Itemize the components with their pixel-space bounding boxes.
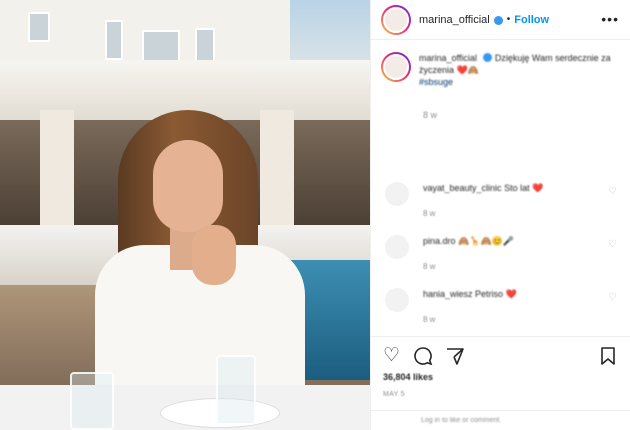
comment-username[interactable]: hania_wiesz — [423, 289, 473, 299]
comment-text: pina.dro 🙈🦒🙈😊🎤 — [423, 236, 514, 247]
caption-text: marina_official Dziękuję Wam serdecznie … — [419, 52, 621, 88]
separator-dot: • — [506, 14, 511, 25]
avatar[interactable] — [381, 4, 411, 35]
pillar — [40, 110, 74, 230]
avatar[interactable] — [385, 182, 409, 206]
verified-badge-icon — [493, 16, 503, 25]
building-window — [105, 20, 123, 60]
comment-text: hania_wiesz Petriso ❤️ — [423, 289, 517, 300]
hashtag-link[interactable]: #sbsuge — [419, 77, 453, 87]
glass — [216, 355, 256, 425]
share-icon[interactable] — [445, 346, 465, 371]
comment: pina.dro 🙈🦒🙈😊🎤 8 w ♡ — [381, 235, 621, 285]
caption-emoji: ❤️🙈 — [456, 65, 479, 75]
action-bar: ♡ — [371, 336, 630, 376]
caption-time: 8 w — [423, 110, 438, 120]
avatar[interactable] — [381, 52, 411, 82]
bookmark-icon[interactable] — [599, 346, 617, 371]
comment-time: 8 w — [423, 262, 436, 271]
username-link[interactable]: marina_official — [419, 14, 490, 26]
comment: vayat_beauty_clinic Sto lat ❤️ 8 w ♡ — [381, 182, 621, 232]
post-photo[interactable] — [0, 0, 370, 430]
comment-text: vayat_beauty_clinic Sto lat ❤️ — [423, 183, 543, 194]
person-hand — [192, 225, 236, 285]
post-sidebar: marina_official • Follow ••• marina_offi… — [370, 0, 630, 430]
comment-body: Petriso — [475, 289, 504, 299]
comment-username[interactable]: vayat_beauty_clinic — [423, 183, 502, 193]
avatar[interactable] — [385, 288, 409, 312]
pillar — [260, 110, 294, 230]
heart-icon[interactable]: ♡ — [608, 239, 617, 250]
caption-username[interactable]: marina_official — [419, 53, 477, 63]
person-face — [153, 140, 223, 232]
comment-time: 8 w — [423, 209, 436, 218]
follow-button[interactable]: Follow — [514, 14, 549, 26]
heart-icon[interactable]: ♡ — [608, 292, 617, 303]
comment-time: 8 w — [423, 315, 436, 324]
comment: hania_wiesz Petriso ❤️ 8 w ♡ — [381, 288, 621, 338]
glass — [70, 372, 114, 430]
login-prompt[interactable]: Log in to like or comment. — [421, 417, 501, 424]
login-bar: Log in to like or comment. — [371, 410, 630, 430]
likes-count[interactable]: 36,804 likes — [383, 372, 433, 382]
post-date: MAY 5 — [383, 391, 405, 398]
more-icon[interactable]: ••• — [601, 11, 619, 27]
heart-icon[interactable]: ♡ — [383, 346, 400, 366]
comment-icon[interactable] — [413, 346, 433, 371]
post-header: marina_official • Follow ••• — [371, 0, 630, 40]
comment-username[interactable]: pina.dro — [423, 236, 456, 246]
verified-badge-icon — [483, 53, 493, 62]
avatar[interactable] — [385, 235, 409, 259]
comment-emoji: ❤️ — [505, 289, 517, 299]
caption: marina_official Dziękuję Wam serdecznie … — [381, 52, 621, 88]
comment-emoji: ❤️ — [532, 183, 544, 193]
building-window — [195, 28, 215, 62]
comment-body: Sto lat — [504, 183, 530, 193]
comment-emoji: 🙈🦒🙈😊🎤 — [458, 236, 515, 246]
building-window — [28, 12, 50, 42]
heart-icon[interactable]: ♡ — [608, 186, 617, 197]
